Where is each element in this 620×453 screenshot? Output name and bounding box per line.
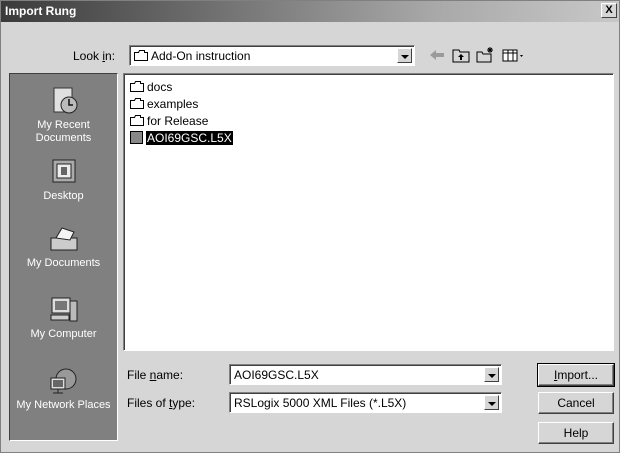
look-in-label: Look in: — [73, 49, 116, 63]
close-button[interactable]: X — [601, 3, 617, 18]
folder-icon — [130, 98, 144, 109]
help-button[interactable]: Help — [538, 422, 614, 444]
chevron-down-icon[interactable] — [484, 367, 499, 382]
import-button[interactable]: Import... — [537, 363, 615, 387]
list-item-selected[interactable]: AOI69GSC.L5X — [130, 131, 233, 146]
place-label: Desktop — [43, 190, 84, 202]
folder-icon — [134, 50, 148, 61]
network-places-icon — [50, 368, 76, 394]
place-label: My Recent Documents — [35, 119, 92, 144]
look-in-value: Add-On instruction — [134, 49, 250, 63]
file-name-field[interactable]: AOI69GSC.L5X — [229, 364, 502, 385]
list-item[interactable]: docs — [130, 80, 172, 95]
place-label: My Computer — [30, 328, 97, 340]
file-name: docs — [147, 80, 173, 94]
file-name: for Release — [147, 114, 209, 128]
folder-icon — [130, 81, 144, 92]
cancel-button[interactable]: Cancel — [538, 392, 614, 414]
file-type-dropdown[interactable]: RSLogix 5000 XML Files (*.L5X) — [229, 392, 502, 413]
places-bar: My Recent Documents Desktop My Documents… — [9, 73, 118, 441]
file-name-value: AOI69GSC.L5X — [234, 368, 319, 382]
my-computer-icon — [50, 297, 77, 322]
file-type-value: RSLogix 5000 XML Files (*.L5X) — [234, 396, 407, 410]
place-my-documents[interactable]: My Documents — [10, 224, 117, 270]
l5x-file-icon — [130, 131, 143, 144]
back-icon[interactable] — [427, 46, 447, 64]
place-label: My Documents — [26, 257, 101, 269]
place-label: My Network Places — [16, 399, 111, 411]
place-my-computer[interactable]: My Computer — [10, 295, 117, 341]
list-item[interactable]: examples — [130, 97, 198, 112]
file-name-label: File name: — [127, 368, 184, 382]
file-name: AOI69GSC.L5X — [146, 131, 233, 145]
look-in-dropdown[interactable]: Add-On instruction — [129, 45, 415, 66]
view-menu-icon[interactable] — [501, 46, 527, 64]
chevron-down-icon[interactable] — [484, 395, 499, 410]
list-item[interactable]: for Release — [130, 114, 208, 129]
window-title: Import Rung — [5, 4, 77, 18]
place-desktop[interactable]: Desktop — [10, 157, 117, 203]
chevron-down-icon[interactable] — [397, 48, 412, 63]
folder-icon — [130, 115, 144, 126]
import-rung-dialog: Import Rung X Look in: Add-On instructio… — [0, 0, 620, 453]
title-bar: Import Rung X — [1, 1, 619, 22]
file-name: examples — [147, 97, 199, 111]
desktop-icon — [52, 159, 75, 183]
file-type-label: Files of type: — [127, 396, 196, 410]
place-my-recent-documents[interactable]: My Recent Documents — [10, 86, 117, 145]
recent-documents-icon — [53, 87, 77, 114]
place-my-network-places[interactable]: My Network Places — [10, 366, 117, 412]
new-folder-icon[interactable] — [475, 46, 495, 64]
up-folder-icon[interactable] — [451, 46, 471, 64]
my-documents-icon — [50, 227, 77, 251]
file-list[interactable]: docs examples for Release AOI69GSC.L5X — [123, 73, 614, 351]
